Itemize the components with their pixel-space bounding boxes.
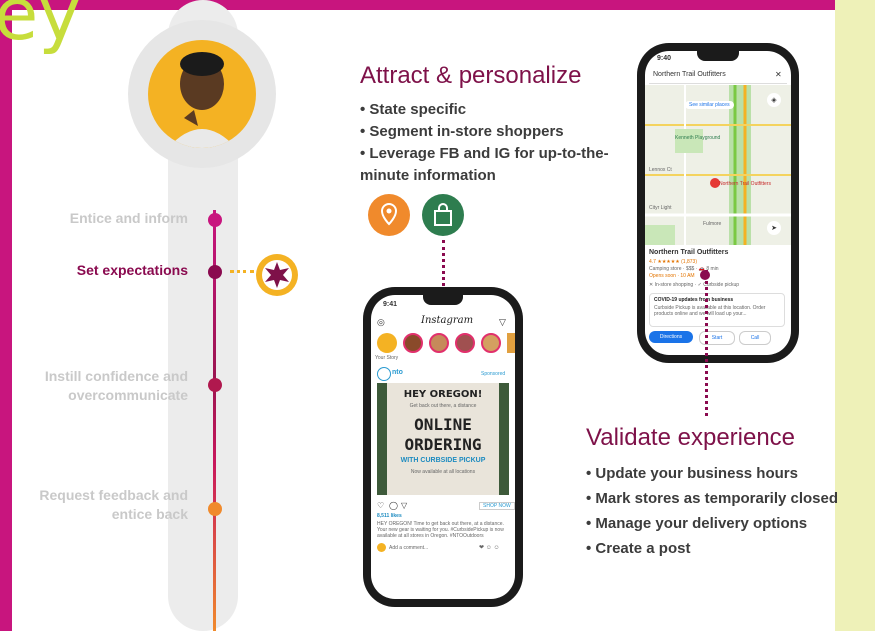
covid-update-card[interactable]: COVID-19 updates from business Curbside … — [649, 293, 785, 327]
place-hours: Opens soon · 10 AM — [649, 273, 695, 279]
ad-curbside: WITH CURBSIDE PICKUP — [400, 457, 486, 464]
validate-bullet: Manage your delivery options — [586, 511, 866, 536]
avatar — [148, 40, 256, 148]
map-label: Northern Trail Outfitters — [719, 181, 771, 187]
shopping-bag-icon — [422, 194, 464, 236]
stage-dot-expectations — [208, 265, 222, 279]
validate-bullet: Mark stores as temporarily closed — [586, 486, 866, 511]
story-avatar[interactable] — [481, 333, 501, 353]
attract-bullet: Leverage FB and IG for up-to-the-minute … — [360, 143, 610, 187]
directions-button[interactable]: Directions — [649, 331, 693, 343]
map-label: Fulmore — [703, 221, 722, 227]
close-icon[interactable]: ✕ — [775, 70, 782, 79]
validate-title: Validate experience — [586, 424, 796, 451]
map-area[interactable]: See similar places Kenneth Playground Le… — [645, 85, 791, 245]
connector-dot — [700, 270, 710, 280]
update-title: COVID-19 updates from business — [654, 297, 734, 303]
search-bar[interactable]: Northern Trail Outfitters ✕ — [649, 67, 787, 84]
map-label: Lennox Ct — [649, 167, 672, 173]
comment-avatar — [377, 543, 386, 552]
connector-dots — [442, 240, 445, 292]
connector-dots — [705, 270, 708, 416]
stage-label-confidence: Instill confidence and overcommunicate — [44, 368, 188, 403]
connector-dots — [230, 270, 254, 273]
map-label: Cityr Light — [649, 205, 672, 211]
see-similar-button[interactable]: See similar places — [685, 101, 734, 109]
place-rating: 4.7 ★★★★★ (1,873) — [649, 259, 697, 265]
story-avatar[interactable] — [455, 333, 475, 353]
ad-headline: HEY OREGON! — [403, 389, 483, 400]
ad-ordering: ORDERING — [404, 435, 482, 454]
stage-label-entice: Entice and inform — [69, 210, 188, 226]
shop-now-button[interactable]: SHOP NOW — [479, 502, 515, 510]
top-band — [0, 0, 835, 10]
likes-count: 8,511 likes — [377, 513, 402, 519]
attract-bullets: State specific Segment in-store shoppers… — [360, 99, 610, 187]
navigate-icon[interactable]: ➤ — [767, 221, 781, 235]
ad-subline: Get back out there, a distance — [409, 403, 477, 409]
add-comment-input[interactable]: Add a comment... — [389, 545, 428, 551]
validate-bullet: Create a post — [586, 536, 866, 561]
maps-screen: 9:40 Northern Trail Outfitters ✕ See sim… — [645, 51, 791, 355]
map-label: Kenneth Playground — [675, 135, 721, 141]
post-caption: HEY OREGON! Time to get back out there, … — [377, 521, 504, 539]
account-name[interactable]: nto — [392, 369, 403, 376]
heart-icon[interactable]: ♡ — [377, 501, 384, 510]
stage-label-feedback: Request feedback and entice back — [39, 487, 188, 522]
attract-bullet: Segment in-store shoppers — [360, 121, 610, 143]
call-button[interactable]: Call — [739, 331, 771, 345]
account-avatar[interactable] — [377, 367, 391, 381]
stage-label-expectations: Set expectations — [76, 262, 188, 278]
stage-dot-feedback — [208, 502, 222, 516]
update-body: Curbside Pickup is available at this loc… — [654, 305, 766, 317]
left-band — [0, 0, 12, 631]
phone-notch — [697, 51, 739, 61]
stage-dot-entice — [208, 213, 222, 227]
instagram-screen: 9:41 ◎ Instagram ▽ Your Story nto Sponso… — [371, 295, 515, 599]
location-pin-icon — [368, 194, 410, 236]
attract-title: Attract & personalize — [360, 62, 582, 89]
title-fragment: ey — [0, 0, 81, 56]
instagram-title: Instagram — [421, 315, 474, 326]
story-avatar[interactable] — [429, 333, 449, 353]
story-avatar[interactable] — [377, 333, 397, 353]
status-time: 9:40 — [657, 55, 672, 62]
share-icon[interactable]: ▽ — [401, 501, 407, 510]
maps-phone: 9:40 Northern Trail Outfitters ✕ See sim… — [637, 43, 799, 363]
place-title: Northern Trail Outfitters — [649, 249, 729, 256]
validate-bullet: Update your business hours — [586, 461, 866, 486]
reaction-icons[interactable]: ❤ ☺ ☺ — [479, 544, 500, 551]
story-avatar[interactable] — [403, 333, 423, 353]
ad-image[interactable]: HEY OREGON! Get back out there, a distan… — [377, 383, 509, 495]
place-services: ✕ In-store shopping · ✓ Curbside pickup — [649, 282, 740, 288]
stage-dot-confidence — [208, 378, 222, 392]
instagram-phone: 9:41 ◎ Instagram ▽ Your Story nto Sponso… — [363, 287, 523, 607]
star-icon — [262, 260, 292, 290]
ad-availability: Now available at all locations — [410, 469, 476, 475]
camera-icon[interactable]: ◎ — [377, 317, 385, 328]
sponsored-label: Sponsored — [481, 371, 506, 377]
ad-online: ONLINE — [414, 415, 472, 434]
layers-icon[interactable]: ◈ — [767, 93, 781, 107]
your-story-label: Your Story — [375, 355, 399, 361]
phone-notch — [423, 295, 463, 305]
send-icon[interactable]: ▽ — [499, 317, 506, 328]
attract-bullet: State specific — [360, 99, 610, 121]
comment-icon[interactable]: ◯ — [389, 501, 398, 510]
validate-bullets: Update your business hours Mark stores a… — [586, 461, 866, 561]
search-input[interactable]: Northern Trail Outfitters — [653, 71, 726, 78]
story-avatar[interactable] — [507, 333, 515, 353]
status-time: 9:41 — [383, 301, 398, 308]
